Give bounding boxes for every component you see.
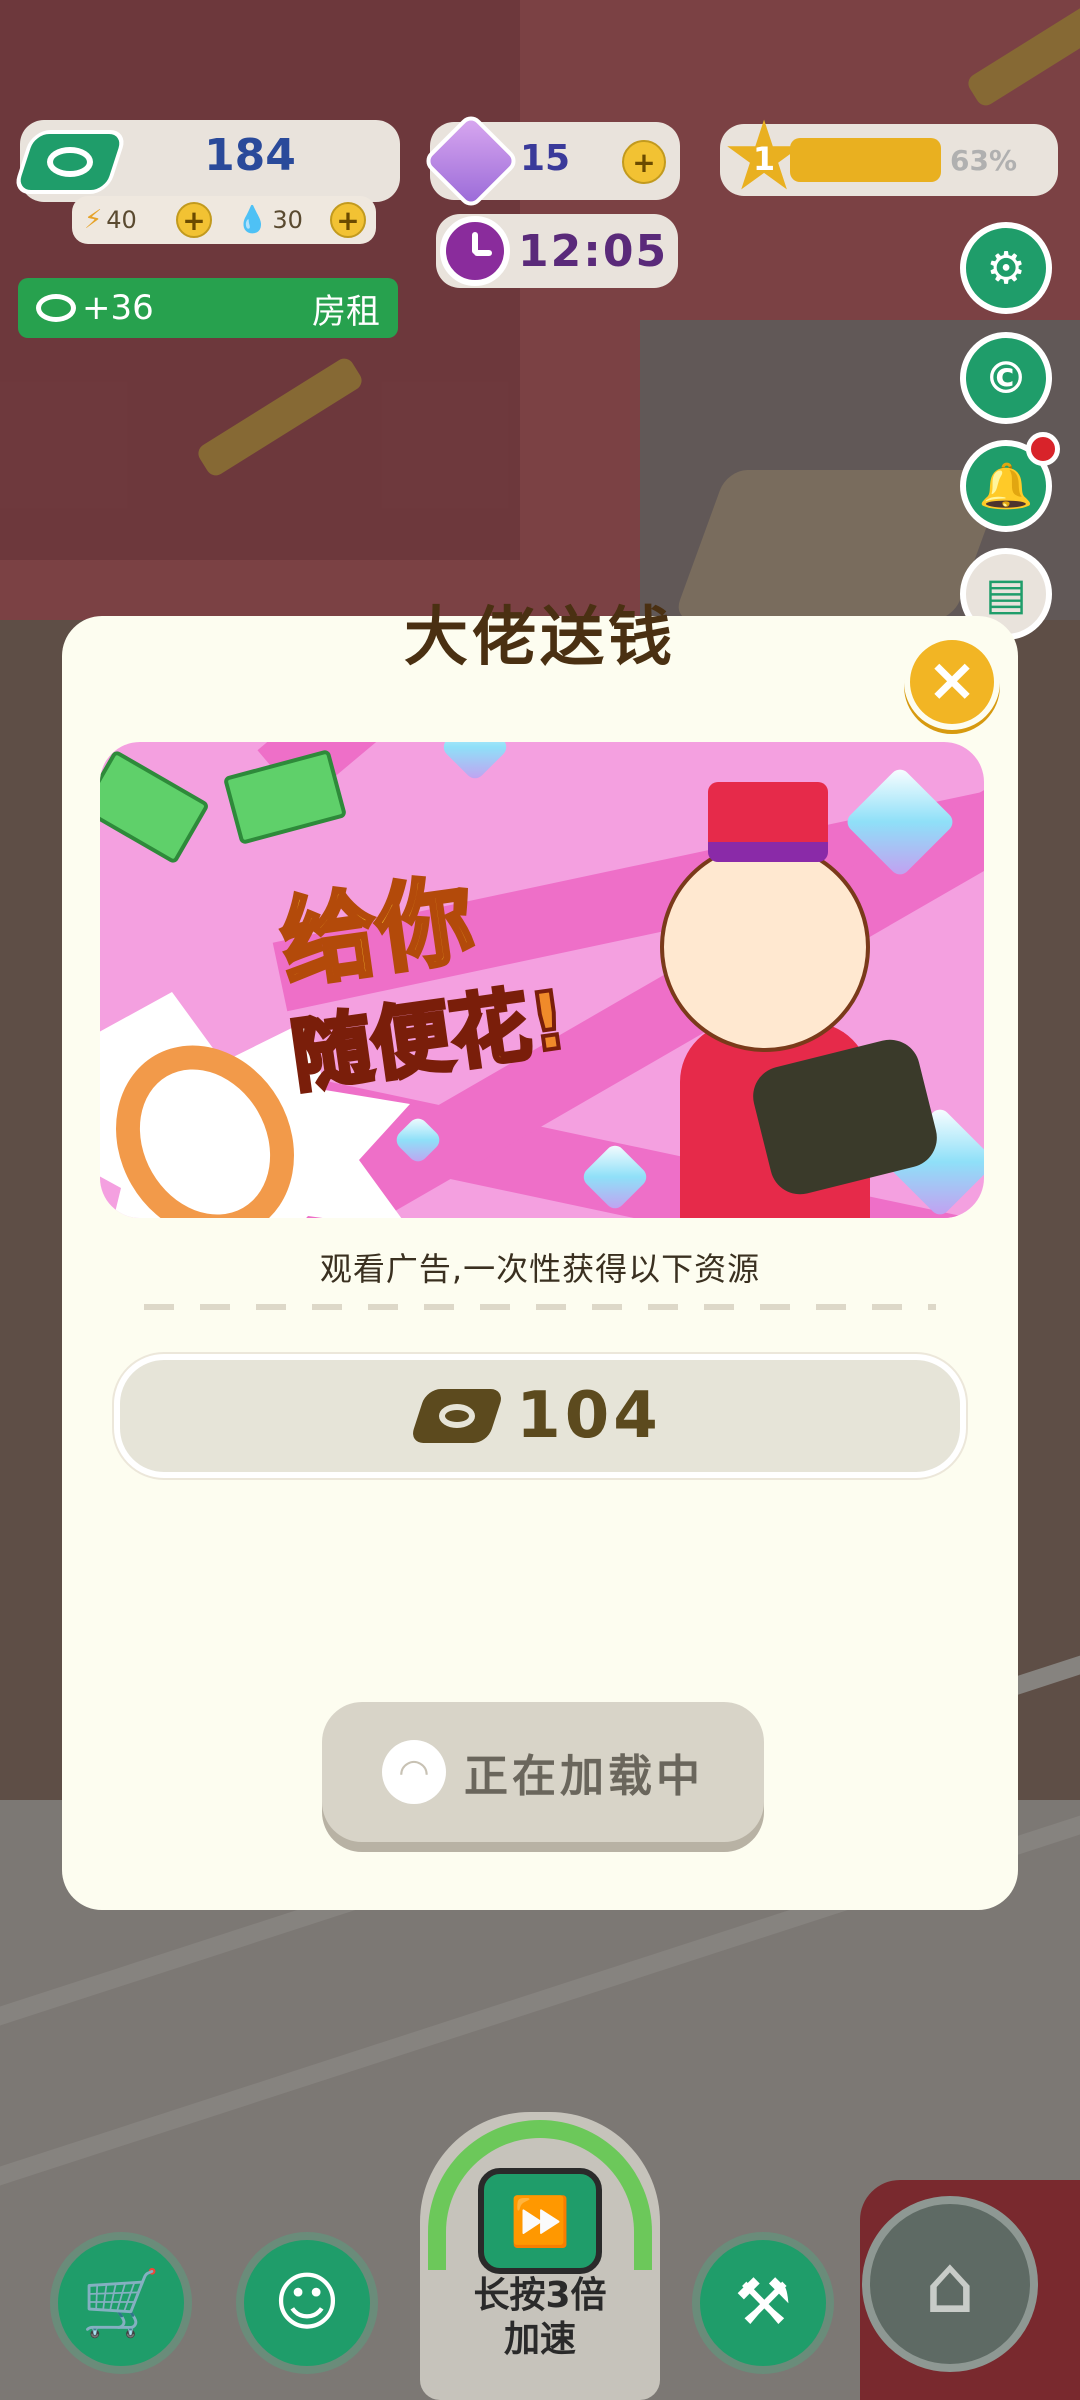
watch-ad-loading-button[interactable]: ◠ 正在加载中 (322, 1702, 764, 1842)
water-stat: 💧 30 (236, 196, 303, 244)
rent-income-bar[interactable]: +36 房租 (18, 278, 398, 338)
reward-amount: 104 (516, 1379, 662, 1453)
notification-badge (1026, 432, 1060, 466)
home-button[interactable]: ⌂ (862, 2196, 1038, 2372)
add-energy-button[interactable]: + (176, 202, 212, 238)
loading-label: 正在加载中 (464, 1751, 704, 1802)
gem-value: 15 (520, 138, 571, 179)
water-drop-icon: 💧 (236, 205, 269, 235)
cash-icon (36, 294, 76, 322)
energy-value: 40 (106, 206, 137, 234)
lightning-icon: ⚡ (84, 205, 103, 235)
add-gems-button[interactable]: + (622, 140, 666, 184)
boss-character-head (660, 842, 870, 1052)
cash-bill-icon (222, 748, 348, 846)
gear-icon: ⚙ (986, 242, 1026, 294)
rent-income-value: +36 (82, 288, 154, 328)
clock-value: 12:05 (518, 226, 669, 277)
reward-description: 观看广告,一次性获得以下资源 (319, 1250, 761, 1288)
add-water-button[interactable]: + (330, 202, 366, 238)
smiley-icon: ☺ (273, 2266, 341, 2340)
shop-button[interactable]: 🛒 (50, 2232, 192, 2374)
energy-stat: ⚡ 40 (84, 196, 137, 244)
level-percent: 63% (950, 144, 1018, 177)
bell-icon: 🔔 (978, 461, 1034, 512)
build-tools-button[interactable]: ⚒ (692, 2232, 834, 2374)
social-button[interactable]: ☺ (236, 2232, 378, 2374)
cash-icon (409, 1389, 505, 1443)
tv-icon: ⏩ (478, 2168, 602, 2274)
water-value: 30 (272, 206, 303, 234)
cart-icon: 🛒 (81, 2266, 161, 2341)
no-signal-icon: ◠ (382, 1740, 446, 1804)
coin-icon: © (984, 352, 1028, 404)
level-number: 1 (752, 140, 776, 178)
clock-icon (440, 216, 510, 286)
close-button[interactable]: × (904, 634, 1000, 730)
rent-label: 房租 (312, 291, 380, 332)
diamond-icon (439, 742, 511, 783)
boss-character-hat (708, 782, 828, 862)
level-progress-bar (790, 138, 941, 182)
coin-button[interactable]: © (960, 332, 1052, 424)
settings-button[interactable]: ⚙ (960, 222, 1052, 314)
modal-title: 大佬送钱 (404, 601, 676, 675)
tools-icon: ⚒ (734, 2266, 792, 2340)
money-value: 184 (204, 130, 296, 181)
promo-banner: 给你 随便花! (100, 742, 984, 1218)
close-icon: × (926, 645, 978, 715)
reward-row: 104 (114, 1354, 966, 1478)
speed-up-label: 长按3倍 加速 (473, 2275, 607, 2360)
cash-bill-icon (100, 749, 211, 865)
dashed-divider (144, 1304, 936, 1310)
home-icon: ⌂ (924, 2237, 976, 2331)
